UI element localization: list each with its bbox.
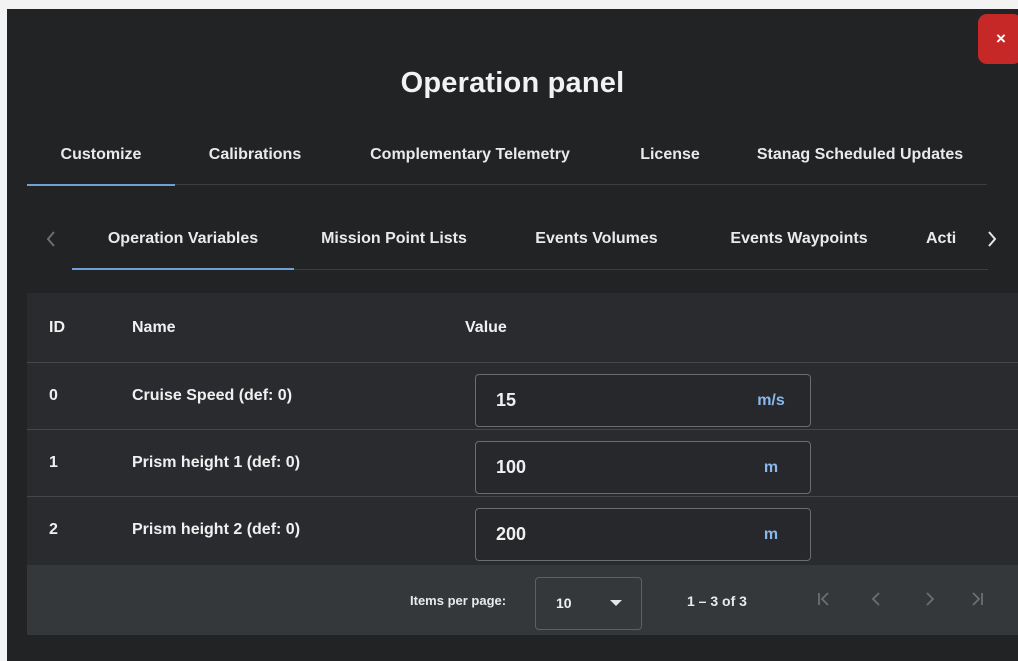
table-row: 0 Cruise Speed (def: 0) m/s — [27, 363, 1018, 430]
unit-label: m — [763, 459, 779, 476]
column-header-id: ID — [49, 319, 65, 336]
close-button[interactable]: × — [978, 14, 1018, 64]
tab-events-volumes[interactable]: Events Volumes — [494, 216, 699, 270]
cell-name: Prism height 2 (def: 0) — [132, 521, 301, 538]
last-page-button[interactable] — [962, 584, 992, 614]
cell-id: 0 — [49, 387, 58, 404]
unit-label: m — [763, 526, 779, 543]
operation-variables-table: ID Name Value 0 Cruise Speed (def: 0) m/… — [27, 293, 1018, 635]
previous-page-button[interactable] — [862, 584, 892, 614]
operation-panel-dialog: Operation panel Customize Calibrations C… — [7, 9, 1018, 661]
last-page-icon — [972, 592, 983, 606]
table-header: ID Name Value — [27, 293, 1018, 363]
tab-events-waypoints[interactable]: Events Waypoints — [699, 216, 899, 270]
value-input[interactable] — [496, 375, 696, 426]
main-tab-bar: Customize Calibrations Complementary Tel… — [27, 137, 987, 186]
value-field: m/s — [475, 374, 811, 427]
value-input[interactable] — [496, 442, 696, 493]
sub-tab-bar: Operation Variables Mission Point Lists … — [27, 216, 1011, 270]
value-input[interactable] — [496, 509, 696, 560]
tab-customize[interactable]: Customize — [27, 137, 175, 186]
previous-page-icon — [871, 592, 880, 606]
items-per-page-select[interactable]: 10 — [535, 577, 642, 630]
cell-name: Prism height 1 (def: 0) — [132, 454, 301, 471]
next-page-button[interactable] — [914, 584, 944, 614]
tab-actions-truncated[interactable]: Acti — [915, 216, 965, 270]
first-page-icon — [818, 592, 829, 606]
tabs-scroll-right-button[interactable] — [977, 216, 1007, 270]
close-icon: × — [996, 29, 1006, 48]
value-field: m — [475, 508, 811, 561]
dialog-title: Operation panel — [400, 67, 625, 99]
cell-id: 1 — [49, 454, 58, 471]
tab-license[interactable]: License — [605, 137, 735, 185]
chevron-left-icon — [46, 231, 55, 247]
paginator: Items per page: 10 1 – 3 of 3 — [27, 565, 1018, 635]
tab-stanag-scheduled-updates[interactable]: Stanag Scheduled Updates — [735, 137, 985, 185]
column-header-name: Name — [132, 319, 176, 336]
tab-mission-point-lists[interactable]: Mission Point Lists — [294, 216, 494, 270]
tabs-scroll-left-button[interactable] — [36, 216, 66, 270]
next-page-icon — [926, 592, 935, 606]
value-field: m — [475, 441, 811, 494]
dropdown-arrow-icon — [610, 600, 622, 606]
chevron-right-icon — [988, 231, 997, 247]
table-row: 2 Prism height 2 (def: 0) m — [27, 497, 1018, 564]
first-page-button[interactable] — [809, 584, 839, 614]
table-row: 1 Prism height 1 (def: 0) m — [27, 430, 1018, 497]
tab-operation-variables[interactable]: Operation Variables — [72, 216, 294, 270]
cell-name: Cruise Speed (def: 0) — [132, 387, 293, 404]
tab-calibrations[interactable]: Calibrations — [175, 137, 335, 185]
column-header-value: Value — [465, 319, 507, 336]
items-per-page-value: 10 — [556, 595, 572, 611]
tab-complementary-telemetry[interactable]: Complementary Telemetry — [335, 137, 605, 185]
items-per-page-label: Items per page: — [410, 593, 507, 608]
page-range-label: 1 – 3 of 3 — [687, 593, 747, 609]
cell-id: 2 — [49, 521, 58, 538]
unit-label: m/s — [757, 392, 785, 409]
